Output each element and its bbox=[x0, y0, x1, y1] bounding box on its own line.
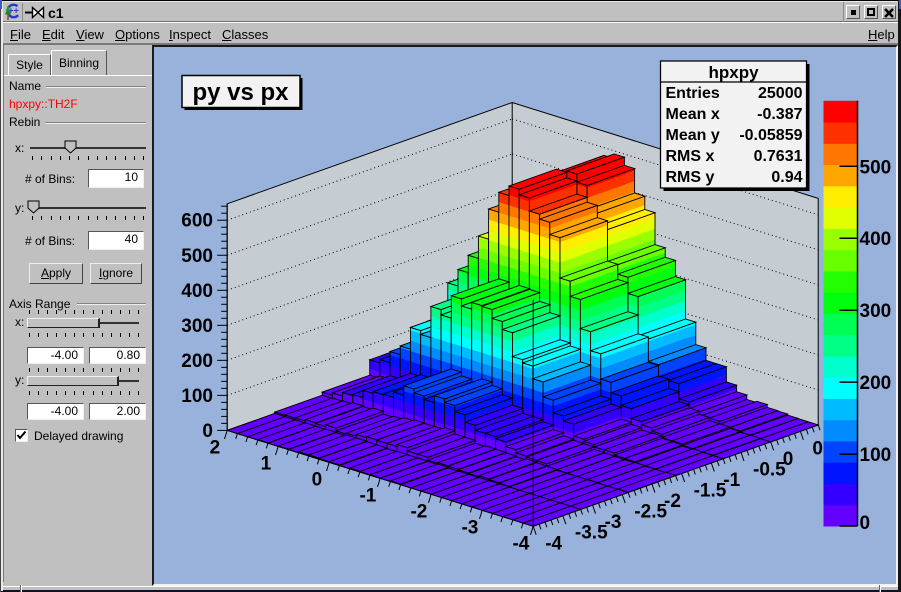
svg-text:-4: -4 bbox=[545, 533, 562, 554]
svg-text:-0.387: -0.387 bbox=[757, 106, 802, 123]
svg-text:300: 300 bbox=[181, 316, 213, 337]
svg-text:-3.5: -3.5 bbox=[575, 523, 608, 544]
svg-text:0: 0 bbox=[202, 421, 213, 442]
svg-text:500: 500 bbox=[181, 246, 213, 267]
svg-text:25000: 25000 bbox=[758, 85, 803, 102]
svg-text:Mean y: Mean y bbox=[666, 127, 720, 144]
svg-text:RMS y: RMS y bbox=[666, 169, 715, 186]
svg-text:0: 0 bbox=[812, 438, 823, 459]
svg-text:0.7631: 0.7631 bbox=[754, 148, 803, 165]
svg-text:200: 200 bbox=[181, 351, 213, 372]
svg-text:0: 0 bbox=[312, 469, 323, 490]
svg-text:200: 200 bbox=[860, 373, 892, 394]
svg-text:-0.5: -0.5 bbox=[753, 459, 786, 480]
svg-text:400: 400 bbox=[860, 229, 892, 250]
svg-text:hpxpy: hpxpy bbox=[708, 63, 759, 82]
svg-text:500: 500 bbox=[860, 157, 892, 178]
svg-text:-1: -1 bbox=[359, 485, 376, 506]
svg-text:1: 1 bbox=[261, 453, 272, 474]
svg-text:-2.5: -2.5 bbox=[634, 502, 667, 523]
svg-text:100: 100 bbox=[860, 445, 892, 466]
svg-text:RMS x: RMS x bbox=[666, 148, 715, 165]
svg-text:0.94: 0.94 bbox=[771, 169, 802, 186]
svg-text:-2: -2 bbox=[664, 491, 681, 512]
svg-text:0: 0 bbox=[783, 449, 794, 470]
svg-text:0: 0 bbox=[860, 513, 871, 534]
svg-text:Mean x: Mean x bbox=[666, 106, 720, 123]
svg-text:300: 300 bbox=[860, 301, 892, 322]
svg-text:py vs px: py vs px bbox=[192, 79, 289, 106]
svg-text:400: 400 bbox=[181, 281, 213, 302]
svg-text:100: 100 bbox=[181, 386, 213, 407]
svg-text:-4: -4 bbox=[512, 533, 529, 554]
svg-text:-1.5: -1.5 bbox=[694, 481, 727, 502]
svg-text:-1: -1 bbox=[723, 470, 740, 491]
svg-text:-3: -3 bbox=[461, 517, 478, 538]
svg-text:-2: -2 bbox=[410, 501, 427, 522]
svg-text:Entries: Entries bbox=[666, 85, 720, 102]
svg-text:-3: -3 bbox=[605, 512, 622, 533]
svg-text:-0.05859: -0.05859 bbox=[739, 127, 802, 144]
svg-text:600: 600 bbox=[181, 211, 213, 232]
